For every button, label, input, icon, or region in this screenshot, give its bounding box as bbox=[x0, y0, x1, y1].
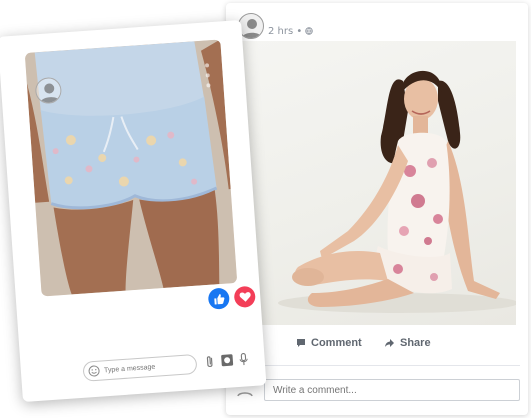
story-card bbox=[0, 19, 267, 403]
share-button[interactable]: Share bbox=[384, 337, 431, 349]
speech-bubble-icon bbox=[297, 339, 305, 347]
heart-icon bbox=[239, 292, 251, 302]
love-reaction-button[interactable] bbox=[233, 285, 256, 309]
attachment-icon[interactable] bbox=[204, 355, 215, 370]
emoji-icon[interactable] bbox=[88, 365, 101, 378]
divider bbox=[234, 365, 520, 366]
message-composer bbox=[82, 353, 198, 382]
post-photo[interactable] bbox=[238, 41, 516, 325]
comment-composer bbox=[236, 379, 526, 403]
meta-separator: • bbox=[293, 26, 306, 37]
thumbs-up-icon bbox=[213, 293, 224, 304]
comment-input[interactable] bbox=[264, 379, 520, 401]
more-options-icon[interactable] bbox=[202, 60, 214, 91]
user-silhouette-icon bbox=[242, 19, 262, 38]
camera-icon[interactable] bbox=[220, 353, 234, 367]
model-in-pajamas-image bbox=[278, 70, 516, 313]
post-timestamp[interactable]: 2 hrs bbox=[268, 26, 293, 37]
comment-label: Comment bbox=[311, 337, 362, 349]
feed-post-card: 2 hrs • Comment Share Write a comment... bbox=[226, 3, 528, 415]
comment-button[interactable]: Comment bbox=[296, 337, 362, 349]
globe-icon bbox=[305, 27, 314, 35]
story-photo[interactable] bbox=[24, 39, 238, 297]
share-arrow-icon bbox=[385, 339, 394, 347]
microphone-icon[interactable] bbox=[238, 352, 249, 367]
message-input[interactable] bbox=[103, 358, 193, 378]
post-action-bar: Comment Share bbox=[226, 331, 528, 357]
post-meta: 2 hrs • bbox=[268, 26, 314, 37]
share-label: Share bbox=[400, 337, 431, 349]
like-reaction-button[interactable] bbox=[207, 287, 231, 310]
